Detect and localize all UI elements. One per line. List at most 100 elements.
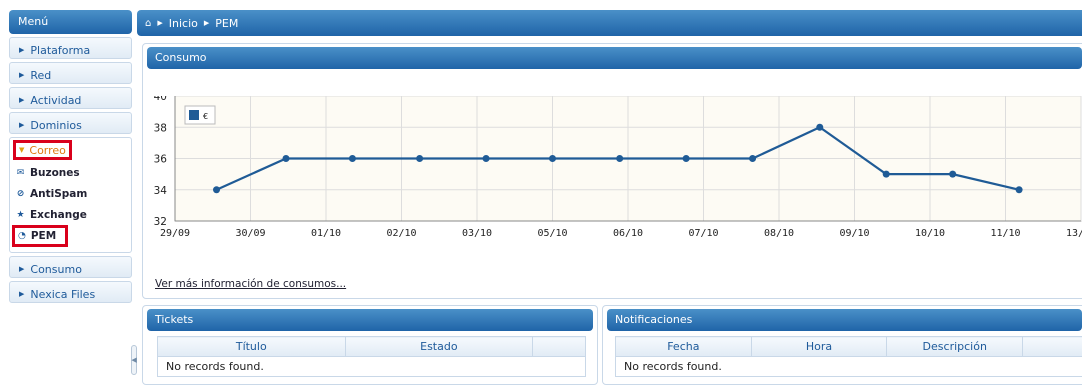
x-tick-label: 29/09 (160, 228, 190, 239)
x-tick-label: 03/10 (462, 228, 492, 239)
sidebar-subitem-label: Buzones (30, 167, 80, 179)
empty-records-text: No records found. (158, 357, 586, 377)
data-point (749, 155, 756, 162)
column-header-actions (1023, 337, 1082, 357)
sidebar-menu: Menú ▶ Plataforma ▶ Red ▶ Actividad ▶ Do… (9, 10, 132, 380)
sidebar-item-label: Consumo (30, 263, 82, 276)
notifications-panel: Notificaciones Fecha Hora Descripción No… (602, 305, 1082, 385)
tickets-panel-title: Tickets (147, 309, 593, 331)
clock-icon: ◔ (18, 231, 26, 241)
data-point (213, 186, 220, 193)
table-header-row: Fecha Hora Descripción (616, 337, 1082, 357)
sidebar-item-correo[interactable]: ▼ Correo (13, 140, 72, 160)
sidebar-item-label: Actividad (30, 94, 81, 107)
y-tick-label: 34 (154, 185, 168, 197)
no-entry-icon: ⊘ (16, 189, 25, 199)
data-point (949, 171, 956, 178)
breadcrumb: ⌂ ▶ Inicio ▶ PEM (137, 10, 1082, 36)
sidebar-header: Menú (9, 10, 132, 34)
chevron-right-icon: ▶ (19, 265, 24, 273)
x-tick-label: 02/10 (386, 228, 416, 239)
sidebar-item-dominios[interactable]: ▶ Dominios (9, 112, 132, 134)
sidebar-collapse-handle[interactable]: ◀ (131, 345, 137, 375)
chevron-right-icon: ▶ (19, 96, 24, 104)
chevron-right-icon: ▶ (19, 290, 24, 298)
sidebar-item-actividad[interactable]: ▶ Actividad (9, 87, 132, 109)
chevron-right-icon: ▶ (19, 46, 24, 54)
table-row: No records found. (158, 357, 586, 377)
mailbox-icon: ✉ (16, 168, 25, 178)
sidebar-subitem-exchange[interactable]: ★ Exchange (10, 204, 131, 225)
consumo-chart: 29/09 30/09 01/10 02/10 03/10 05/10 06/10 07/10… (143, 96, 1082, 246)
data-point (1016, 186, 1023, 193)
sidebar-subitem-buzones[interactable]: ✉ Buzones (10, 162, 131, 183)
chevron-down-icon: ▼ (19, 146, 24, 154)
y-tick-label: 32 (154, 216, 167, 228)
x-tick-label: 13/10 (1066, 228, 1082, 239)
home-icon[interactable]: ⌂ (145, 18, 151, 29)
data-point (483, 155, 490, 162)
notifications-table: Fecha Hora Descripción No records found. (615, 336, 1082, 377)
column-header-estado[interactable]: Estado (345, 337, 533, 357)
consumo-panel-title: Consumo (147, 47, 1082, 69)
x-tick-label: 01/10 (311, 228, 341, 239)
legend-label: € (203, 112, 208, 121)
chevron-right-icon: ▶ (19, 71, 24, 79)
more-consumption-link[interactable]: Ver más información de consumos... (155, 278, 346, 290)
column-header-titulo[interactable]: Título (158, 337, 346, 357)
x-tick-label: 08/10 (764, 228, 794, 239)
sidebar-item-label: Nexica Files (30, 288, 95, 301)
breadcrumb-item-inicio[interactable]: Inicio (169, 17, 198, 30)
tickets-table: Título Estado No records found. (157, 336, 586, 377)
data-point (549, 155, 556, 162)
star-icon: ★ (16, 210, 25, 220)
sidebar-item-red[interactable]: ▶ Red (9, 62, 132, 84)
x-tick-label: 11/10 (990, 228, 1020, 239)
sidebar-section-correo: ▼ Correo ✉ Buzones ⊘ AntiSpam ★ Exchange… (9, 137, 132, 253)
sidebar-item-consumo[interactable]: ▶ Consumo (9, 256, 132, 278)
data-point (349, 155, 356, 162)
breadcrumb-item-pem: PEM (215, 17, 238, 30)
sidebar-item-label: Red (30, 69, 51, 82)
tickets-panel: Tickets Título Estado No records found. (142, 305, 598, 385)
x-tick-label: 07/10 (688, 228, 718, 239)
sidebar-subitem-label: AntiSpam (30, 188, 87, 200)
consumo-chart-svg: 29/09 30/09 01/10 02/10 03/10 05/10 06/10 07/10… (143, 96, 1082, 246)
chevron-right-icon: ▶ (19, 121, 24, 129)
column-header-fecha[interactable]: Fecha (616, 337, 752, 357)
sidebar-subitem-label: PEM (31, 230, 56, 242)
table-header-row: Título Estado (158, 337, 586, 357)
x-tick-label: 06/10 (613, 228, 643, 239)
data-point (616, 155, 623, 162)
sidebar-item-nexica-files[interactable]: ▶ Nexica Files (9, 281, 132, 303)
consumo-panel: Consumo 29/09 30/09 01/10 02/10 03/10 05/10 06… (142, 43, 1082, 299)
column-header-hora[interactable]: Hora (751, 337, 887, 357)
data-point (683, 155, 690, 162)
x-tick-label: 30/09 (235, 228, 265, 239)
data-point (883, 171, 890, 178)
column-header-actions (533, 337, 586, 357)
y-tick-label: 38 (154, 122, 167, 134)
x-tick-label: 10/10 (915, 228, 945, 239)
notifications-panel-title: Notificaciones (607, 309, 1082, 331)
y-tick-label: 36 (154, 154, 168, 166)
data-point (416, 155, 423, 162)
y-tick-label: 40 (154, 96, 167, 103)
sidebar-item-label: Dominios (30, 119, 81, 132)
chevron-right-icon: ▶ (157, 19, 162, 27)
sidebar-item-label: Plataforma (30, 44, 90, 57)
sidebar-item-plataforma[interactable]: ▶ Plataforma (9, 37, 132, 59)
sidebar-item-label: Correo (29, 144, 66, 157)
data-point (282, 155, 289, 162)
x-tick-label: 09/10 (839, 228, 869, 239)
legend-swatch (189, 110, 199, 120)
table-row: No records found. (616, 357, 1082, 377)
data-point (816, 124, 823, 131)
chevron-right-icon: ▶ (204, 19, 209, 27)
sidebar-subitem-antispam[interactable]: ⊘ AntiSpam (10, 183, 131, 204)
sidebar-subitem-label: Exchange (30, 209, 87, 221)
x-tick-label: 05/10 (537, 228, 567, 239)
empty-records-text: No records found. (616, 357, 1082, 377)
sidebar-subitem-pem[interactable]: ◔ PEM (12, 225, 68, 247)
column-header-descripcion[interactable]: Descripción (887, 337, 1023, 357)
